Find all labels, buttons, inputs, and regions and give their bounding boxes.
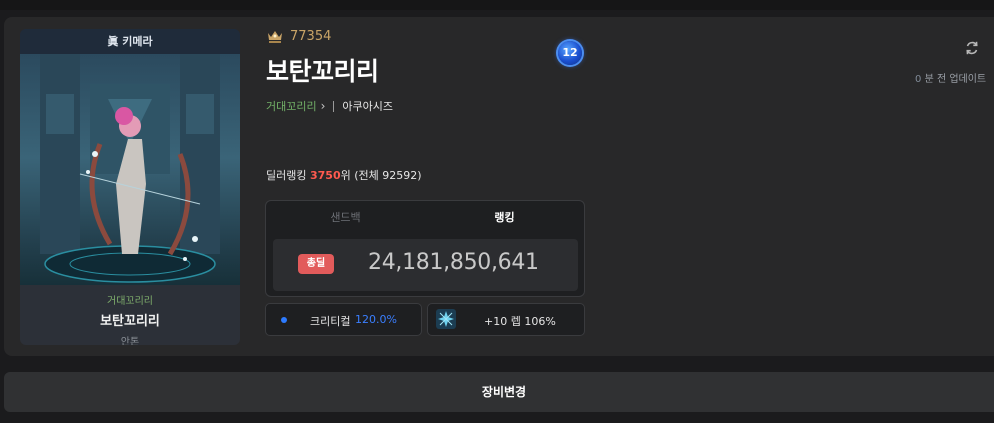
portrait-adventure-name: 거대꼬리리: [107, 296, 153, 307]
ranking-prefix: 딜러랭킹: [266, 169, 310, 182]
divider: [333, 100, 335, 112]
crit-label: 크리티컬: [310, 315, 351, 328]
update-suffix: 분 전 업데이트: [924, 74, 987, 85]
level-badge: 12: [558, 41, 582, 65]
adventure-link[interactable]: 거대꼬리리: [266, 98, 317, 114]
total-damage-value: 24,181,850,641: [368, 250, 539, 275]
crit-value: 120.0%: [355, 313, 397, 326]
damage-display: 총딜 24,181,850,641: [273, 239, 578, 291]
portrait-title: 眞 키메라: [20, 29, 240, 54]
portrait-footer: 거대꼬리리 보탄꼬리리 안톤: [20, 285, 240, 345]
level-stat-box: +10 렙 106%: [427, 303, 585, 336]
dot-icon: [281, 317, 287, 323]
total-damage-badge: 총딜: [298, 254, 334, 274]
level-stat-text: +10 렙 106%: [484, 315, 556, 328]
portrait-server-name: 안톤: [120, 337, 140, 345]
character-illustration: [20, 54, 240, 285]
character-name: 보탄꼬리리: [266, 57, 379, 86]
crit-stat-box: 크리티컬 120.0%: [265, 303, 422, 336]
tab-sandbag[interactable]: 샌드백: [266, 201, 425, 235]
update-minutes: 0: [915, 74, 922, 85]
damage-tabs: 샌드백 랭킹: [266, 201, 584, 235]
character-illustration-graphic: [40, 54, 220, 283]
character-portrait-card[interactable]: 眞 키메라 거대꼬리리 보탄꼬리리 안톤: [20, 29, 240, 345]
fame-value: 77354: [290, 28, 332, 44]
last-update: 0 분 전 업데이트: [915, 70, 986, 85]
ranking-number: 3750: [309, 169, 341, 182]
chevron-right-icon[interactable]: ›: [321, 99, 326, 113]
dealer-ranking: 딜러랭킹 3750위 (전체 92592): [266, 167, 422, 183]
server-name: 아쿠아시즈: [342, 100, 394, 113]
character-subinfo: 거대꼬리리 › 아쿠아시즈: [266, 98, 393, 114]
fame-row: 77354: [266, 28, 331, 44]
top-strip: [0, 0, 994, 10]
change-equipment-button[interactable]: 장비변경: [4, 372, 994, 412]
level-rune-icon: [436, 309, 456, 329]
damage-panel: 샌드백 랭킹 총딜 24,181,850,641: [265, 200, 585, 297]
portrait-character-name: 보탄꼬리리: [100, 314, 160, 329]
tab-ranking[interactable]: 랭킹: [425, 201, 584, 235]
ranking-suffix: 위 (전체 92592): [340, 169, 422, 182]
fame-crown-icon: [268, 31, 282, 43]
refresh-icon[interactable]: [964, 40, 980, 56]
